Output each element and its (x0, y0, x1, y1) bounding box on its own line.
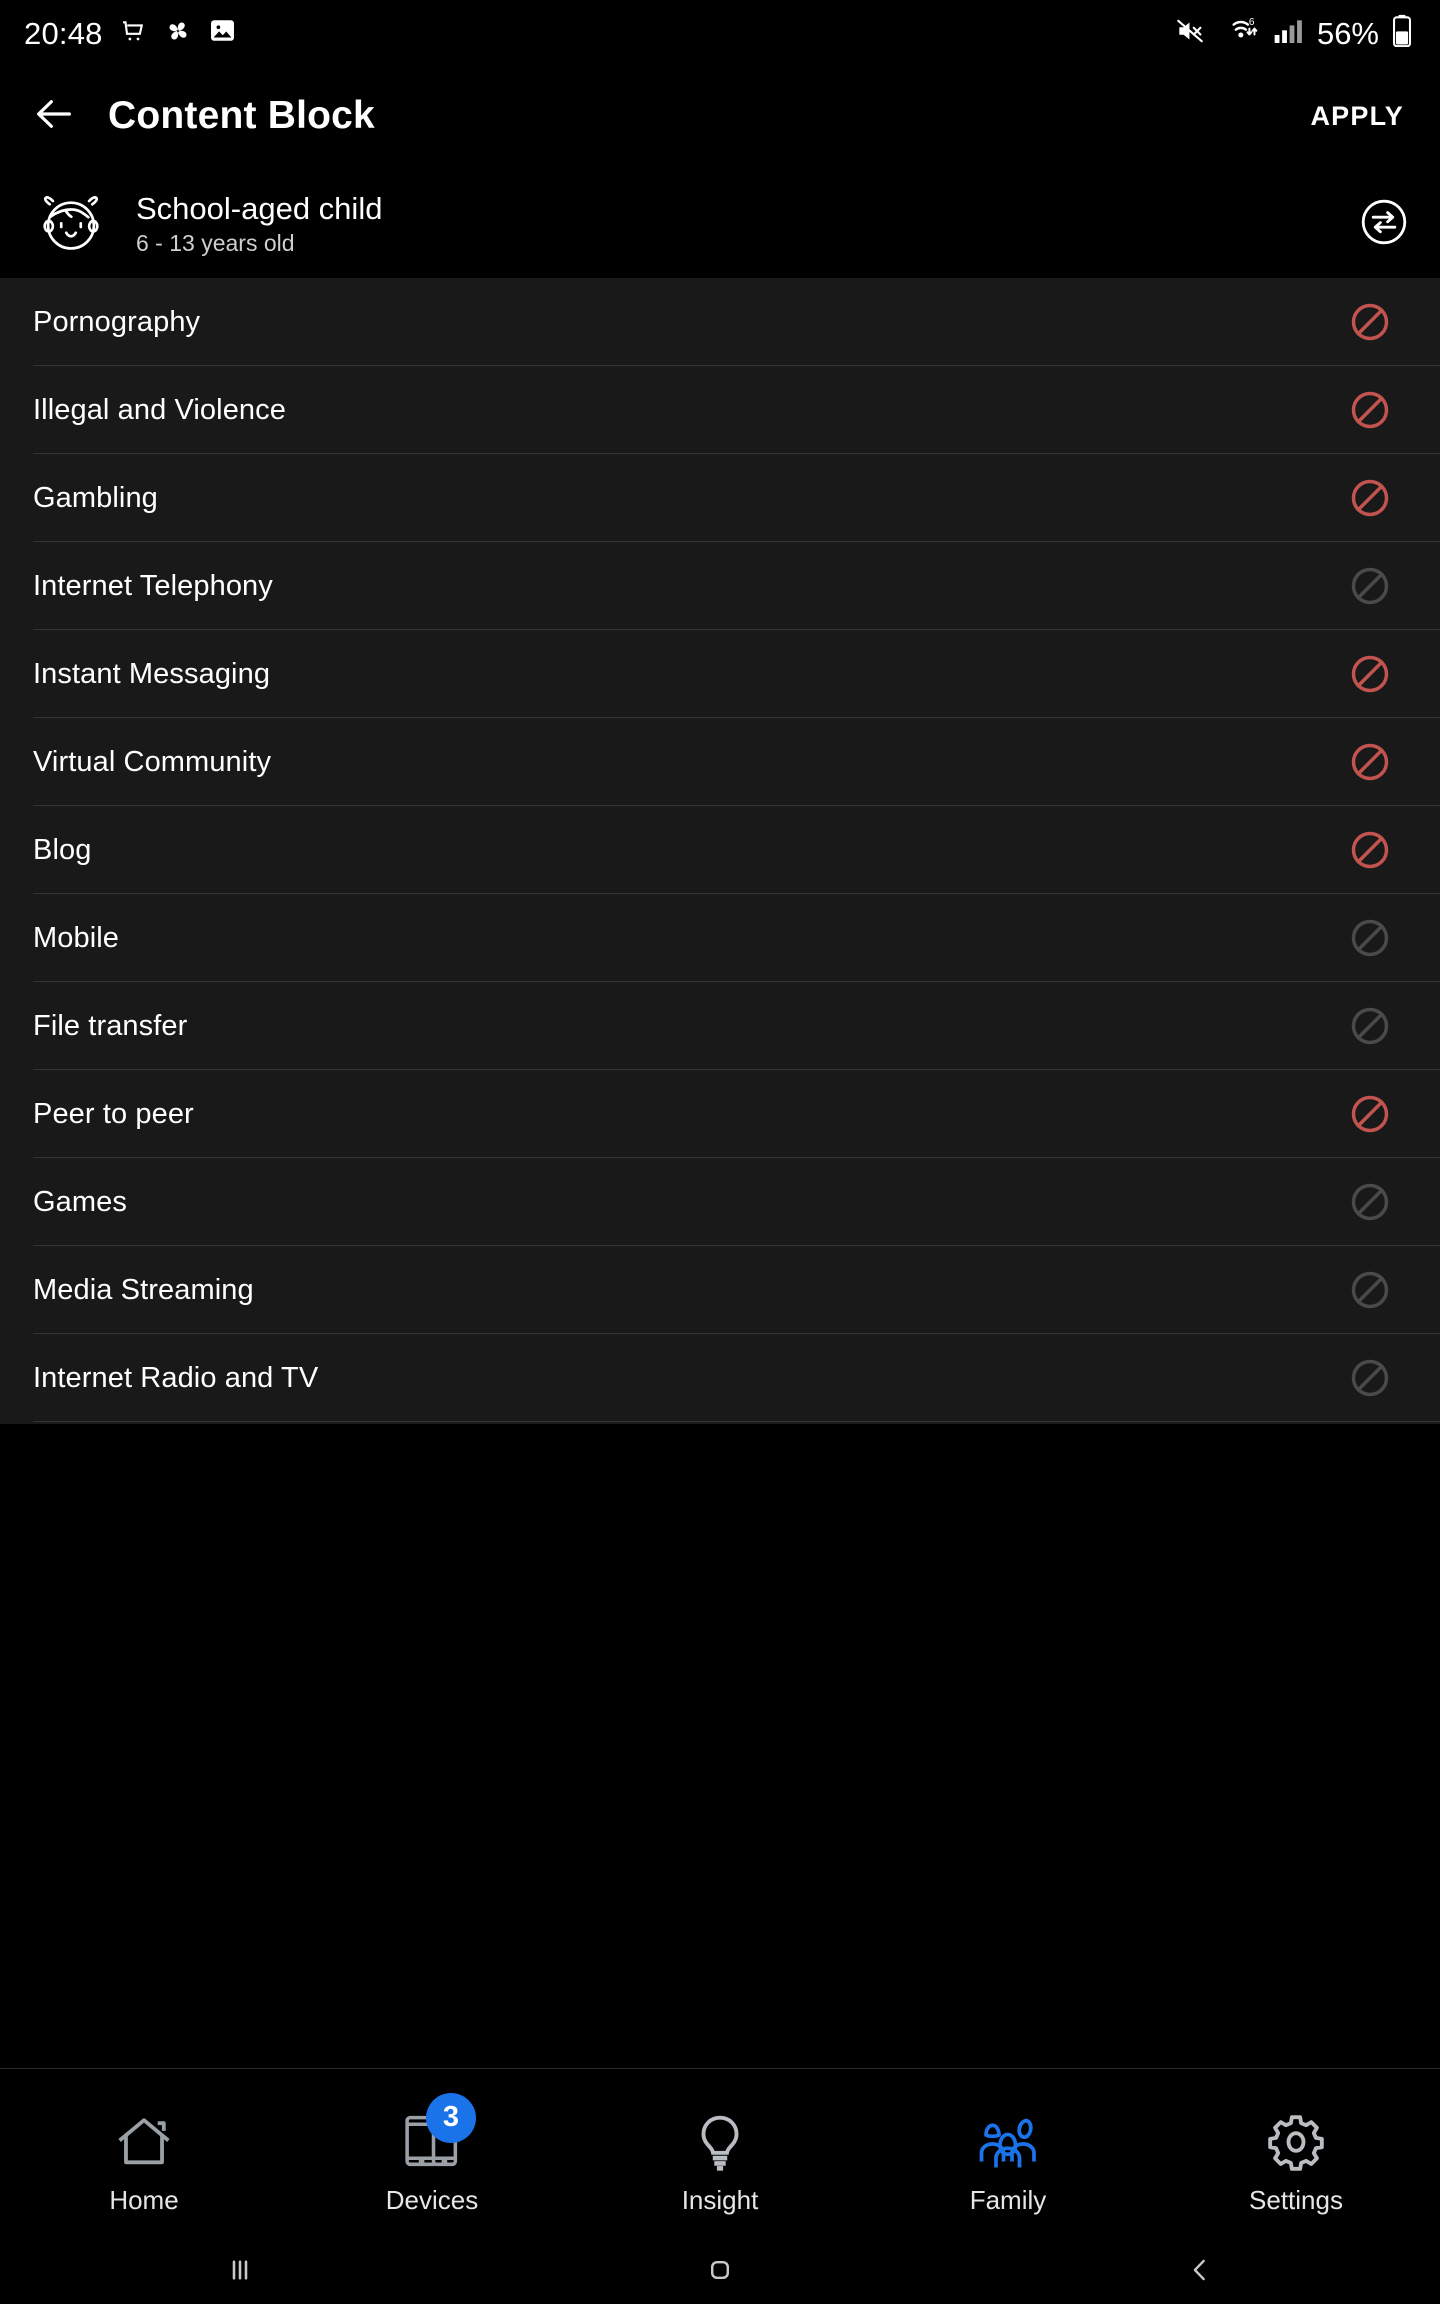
block-toggle-icon[interactable] (1348, 828, 1392, 872)
status-time: 20:48 (24, 15, 103, 51)
apply-button[interactable]: APPLY (1310, 101, 1404, 132)
content-category-label: Internet Radio and TV (33, 1361, 319, 1394)
nav-label: Insight (681, 2184, 759, 2215)
recents-button[interactable] (0, 2240, 480, 2304)
table-row[interactable]: Instant Messaging (0, 630, 1440, 718)
nav-item-home[interactable]: Home (0, 2069, 288, 2241)
block-toggle-icon[interactable] (1348, 1092, 1392, 1136)
table-row[interactable]: File transfer (0, 982, 1440, 1070)
profile-name: School-aged child (136, 190, 383, 226)
mute-icon (1174, 15, 1206, 52)
content-category-label: Peer to peer (33, 1097, 194, 1130)
content-category-label: Instant Messaging (33, 657, 271, 690)
nav-label: Home (109, 2184, 179, 2215)
system-navigation-bar (0, 2240, 1440, 2304)
child-face-icon (30, 183, 112, 265)
nav-label: Settings (1249, 2184, 1343, 2215)
recents-icon (222, 2252, 258, 2293)
block-toggle-icon[interactable] (1348, 652, 1392, 696)
nav-label: Family (969, 2184, 1047, 2215)
devices-badge: 3 (426, 2092, 476, 2143)
block-toggle-icon[interactable] (1348, 1004, 1392, 1048)
devices-icon: 3 (390, 2092, 476, 2173)
block-toggle-icon[interactable] (1348, 388, 1392, 432)
profile-header[interactable]: School-aged child 6 - 13 years old (0, 170, 1440, 278)
table-row[interactable]: Peer to peer (0, 1070, 1440, 1158)
table-row[interactable]: Mobile (0, 894, 1440, 982)
signal-bars-icon (1272, 16, 1304, 51)
wifi6-icon: 6 (1219, 15, 1259, 52)
block-toggle-icon[interactable] (1348, 740, 1392, 784)
transfer-arrows-icon (1358, 196, 1410, 253)
nav-item-insight[interactable]: Insight (576, 2069, 864, 2241)
nav-item-family[interactable]: Family (864, 2069, 1152, 2241)
table-row[interactable]: Illegal and Violence (0, 366, 1440, 454)
svg-text:6: 6 (1249, 17, 1255, 28)
back-button-system[interactable] (960, 2240, 1440, 2304)
image-icon (208, 16, 237, 50)
battery-icon (1392, 14, 1412, 52)
gear-icon (1254, 2097, 1338, 2173)
content-category-label: Games (33, 1185, 127, 1218)
table-row[interactable]: Internet Radio and TV (0, 1334, 1440, 1422)
table-row[interactable]: Games (0, 1158, 1440, 1246)
status-bar-right: 6 56% (1174, 14, 1412, 52)
table-row[interactable]: Internet Telephony (0, 542, 1440, 630)
content-category-label: Mobile (33, 921, 120, 954)
table-row[interactable]: Virtual Community (0, 718, 1440, 806)
content-category-label: Pornography (33, 305, 201, 338)
back-button[interactable] (0, 66, 108, 166)
back-arrow-icon (31, 91, 77, 142)
block-toggle-icon[interactable] (1348, 476, 1392, 520)
app-bar: Content Block APPLY (0, 66, 1440, 166)
block-toggle-icon[interactable] (1348, 1180, 1392, 1224)
page-title: Content Block (108, 94, 375, 137)
back-chevron-icon (1183, 2253, 1217, 2292)
content-category-label: Gambling (33, 481, 158, 514)
home-square-icon (703, 2253, 737, 2292)
block-toggle-icon[interactable] (1348, 300, 1392, 344)
home-button[interactable] (480, 2240, 960, 2304)
content-category-label: File transfer (33, 1009, 188, 1042)
content-category-label: Illegal and Violence (33, 393, 286, 426)
table-row[interactable]: Pornography (0, 278, 1440, 366)
pinwheel-icon (163, 16, 193, 51)
nav-item-settings[interactable]: Settings (1152, 2069, 1440, 2241)
table-row[interactable]: Media Streaming (0, 1246, 1440, 1334)
home-icon (102, 2097, 186, 2173)
nav-item-devices[interactable]: 3 Devices (288, 2069, 576, 2241)
switch-profile-button[interactable] (1356, 196, 1412, 252)
status-bar-left: 20:48 (24, 16, 237, 51)
bottom-navigation: Home 3 Devices Insight Family Settings (0, 2068, 1440, 2240)
family-icon (966, 2097, 1050, 2173)
block-toggle-icon[interactable] (1348, 1356, 1392, 1400)
content-category-label: Blog (33, 833, 92, 866)
block-toggle-icon[interactable] (1348, 564, 1392, 608)
block-toggle-icon[interactable] (1348, 916, 1392, 960)
content-block-list: Pornography Illegal and Violence Gambling I… (0, 278, 1440, 1424)
battery-percent: 56% (1316, 15, 1379, 51)
content-category-label: Internet Telephony (33, 569, 273, 602)
table-row[interactable]: Gambling (0, 454, 1440, 542)
content-category-label: Media Streaming (33, 1273, 254, 1306)
nav-label: Devices (385, 2184, 479, 2215)
block-toggle-icon[interactable] (1348, 1268, 1392, 1312)
profile-text: School-aged child 6 - 13 years old (136, 190, 383, 257)
table-row[interactable]: Blog (0, 806, 1440, 894)
profile-age-range: 6 - 13 years old (136, 230, 295, 257)
content-category-label: Virtual Community (33, 745, 272, 778)
shopping-cart-icon (118, 16, 148, 51)
status-bar: 20:48 6 56% (0, 0, 1440, 66)
bulb-icon (678, 2097, 762, 2173)
